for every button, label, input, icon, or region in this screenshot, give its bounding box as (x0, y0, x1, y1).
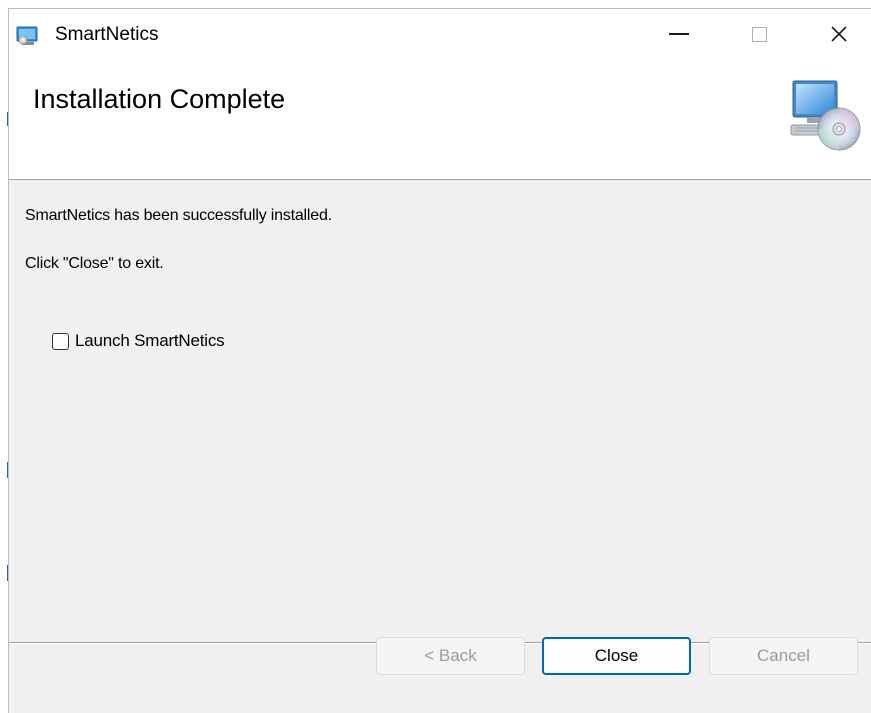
page-title: Installation Complete (33, 84, 286, 114)
back-button[interactable]: < Back (376, 637, 525, 675)
launch-checkbox-label[interactable]: Launch SmartNetics (75, 331, 225, 351)
close-window-button[interactable] (809, 9, 869, 59)
minimize-icon (669, 33, 689, 35)
app-icon (16, 26, 38, 45)
window-title: SmartNetics (55, 24, 159, 45)
exit-instruction: Click "Close" to exit. (25, 255, 164, 272)
success-message: SmartNetics has been successfully instal… (25, 207, 332, 224)
launch-option[interactable]: Launch SmartNetics (52, 331, 225, 351)
minimize-button[interactable] (649, 9, 709, 59)
close-button[interactable]: Close (542, 637, 691, 675)
computer-cd-icon (790, 80, 861, 151)
maximize-button[interactable] (729, 9, 789, 59)
desktop-edge (0, 0, 9, 713)
header-banner: Installation Complete (9, 59, 871, 180)
launch-checkbox[interactable] (52, 332, 69, 350)
maximize-icon (751, 26, 767, 42)
title-bar[interactable]: SmartNetics (9, 9, 871, 59)
cancel-button[interactable]: Cancel (709, 637, 858, 675)
installer-window: SmartNetics Installation Complete SmartN… (8, 8, 871, 713)
close-icon (831, 26, 847, 42)
